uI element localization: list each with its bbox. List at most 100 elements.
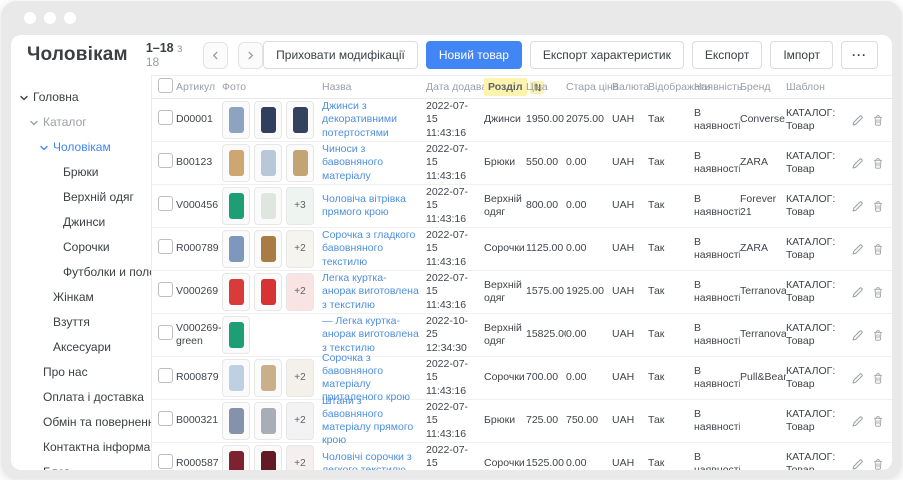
more-actions-button[interactable]: ··· [841, 41, 878, 69]
sidebar-item[interactable]: Жінкам [11, 285, 151, 310]
delete-icon[interactable] [872, 286, 884, 299]
product-name-link[interactable]: Чоловічі сорочки з легкого текстилю [322, 451, 412, 470]
delete-icon[interactable] [872, 157, 884, 170]
more-photos-badge[interactable]: +2 [286, 273, 314, 311]
delete-icon[interactable] [872, 243, 884, 256]
product-photo[interactable] [254, 359, 282, 397]
hide-modifications-button[interactable]: Приховати модифікації [263, 41, 418, 69]
window-dot[interactable] [24, 12, 36, 24]
prev-page-button[interactable] [203, 42, 228, 69]
sidebar-item[interactable]: Верхній одяг [11, 185, 151, 210]
more-photos-badge[interactable]: +3 [286, 187, 314, 225]
delete-icon[interactable] [872, 415, 884, 428]
import-button[interactable]: Імпорт [770, 41, 833, 69]
export-characteristics-button[interactable]: Експорт характеристик [530, 41, 684, 69]
new-product-button[interactable]: Новий товар [426, 41, 522, 69]
more-photos-badge[interactable]: +2 [286, 359, 314, 397]
product-photo[interactable] [222, 316, 250, 354]
product-name-link[interactable]: Чиноси з бавовняного матеріалу [322, 143, 383, 181]
row-checkbox[interactable] [158, 153, 173, 168]
product-photo[interactable] [222, 101, 250, 139]
edit-icon[interactable] [851, 415, 864, 428]
row-checkbox[interactable] [158, 411, 173, 426]
column-header[interactable]: Фото [222, 81, 322, 93]
sidebar-item[interactable]: Сорочки [11, 235, 151, 260]
sidebar-item[interactable]: Каталог [11, 110, 151, 135]
column-header[interactable]: Назва [322, 81, 426, 93]
product-photo[interactable] [222, 359, 250, 397]
sidebar-item[interactable]: Обмін та повернення [11, 410, 151, 435]
edit-icon[interactable] [851, 200, 864, 213]
delete-icon[interactable] [872, 114, 884, 127]
product-name-link[interactable]: Сорочка з гладкого бавовняного текстилю [322, 229, 415, 267]
column-header[interactable]: Відображати [648, 81, 694, 93]
more-photos-badge[interactable]: +2 [286, 402, 314, 440]
row-checkbox[interactable] [158, 325, 173, 340]
product-photo[interactable] [254, 402, 282, 440]
delete-icon[interactable] [872, 200, 884, 213]
sidebar-item[interactable]: Контактна інформація [11, 435, 151, 460]
sidebar-item[interactable]: Футболки и поло [11, 260, 151, 285]
window-dot[interactable] [44, 12, 56, 24]
product-photo[interactable] [222, 187, 250, 225]
sidebar-item[interactable]: Головна [11, 85, 151, 110]
product-name-link[interactable]: Чоловіча вітрівка прямого крою [322, 193, 406, 218]
column-header[interactable]: Дата додавання [426, 81, 484, 93]
product-photo[interactable] [222, 144, 250, 182]
sidebar-item[interactable]: Аксесуари [11, 335, 151, 360]
edit-icon[interactable] [851, 286, 864, 299]
product-photo[interactable] [286, 144, 314, 182]
row-checkbox[interactable] [158, 368, 173, 383]
column-header[interactable]: Артикул [176, 81, 222, 93]
column-header[interactable]: Валюта [612, 81, 648, 93]
column-header[interactable]: Бренд [740, 81, 786, 93]
next-page-button[interactable] [238, 42, 263, 69]
row-checkbox[interactable] [158, 454, 173, 469]
product-photo[interactable] [254, 187, 282, 225]
edit-icon[interactable] [851, 372, 864, 385]
row-checkbox[interactable] [158, 196, 173, 211]
product-photo[interactable] [222, 273, 250, 311]
product-name-link[interactable]: Джинси з декоративними потертостями [322, 100, 397, 138]
row-checkbox[interactable] [158, 110, 173, 125]
edit-icon[interactable] [851, 329, 864, 342]
column-header[interactable]: Наявність [694, 81, 740, 93]
sidebar-item[interactable]: Брюки [11, 160, 151, 185]
edit-icon[interactable] [851, 458, 864, 471]
delete-icon[interactable] [872, 329, 884, 342]
product-name-link[interactable]: — Легка куртка-анорак виготовлена з текс… [322, 315, 419, 353]
sidebar-item[interactable]: Взуття [11, 310, 151, 335]
edit-icon[interactable] [851, 243, 864, 256]
export-button[interactable]: Експорт [692, 41, 762, 69]
sidebar-item[interactable]: Чоловікам [11, 135, 151, 160]
window-dot[interactable] [64, 12, 76, 24]
column-header[interactable]: Стара ціна [566, 81, 612, 93]
edit-icon[interactable] [851, 114, 864, 127]
product-photo[interactable] [222, 402, 250, 440]
column-header[interactable]: Шаблон [786, 81, 850, 93]
sidebar-item[interactable]: Джинси [11, 210, 151, 235]
product-photo[interactable] [254, 101, 282, 139]
product-photo[interactable] [222, 445, 250, 470]
product-photo[interactable] [254, 445, 282, 470]
product-photo[interactable] [254, 230, 282, 268]
select-all-checkbox[interactable] [158, 78, 173, 93]
product-name-link[interactable]: Легка куртка-анорак виготовлена з тексти… [322, 272, 419, 310]
delete-icon[interactable] [872, 458, 884, 471]
sidebar-item[interactable]: Оплата і доставка [11, 385, 151, 410]
column-header[interactable]: Розділ [484, 81, 526, 94]
row-checkbox[interactable] [158, 239, 173, 254]
more-photos-badge[interactable]: +2 [286, 445, 314, 470]
product-photo[interactable] [254, 273, 282, 311]
edit-icon[interactable] [851, 157, 864, 170]
column-header[interactable]: Ціна [526, 81, 566, 93]
product-photo[interactable] [222, 230, 250, 268]
product-name-link[interactable]: Штани з бавовняного матеріалу прямого кр… [322, 395, 413, 446]
delete-icon[interactable] [872, 372, 884, 385]
sidebar-item[interactable]: Про нас [11, 360, 151, 385]
sidebar-item[interactable]: Блог [11, 460, 151, 470]
row-checkbox[interactable] [158, 282, 173, 297]
product-photo[interactable] [254, 144, 282, 182]
more-photos-badge[interactable]: +2 [286, 230, 314, 268]
product-photo[interactable] [286, 101, 314, 139]
